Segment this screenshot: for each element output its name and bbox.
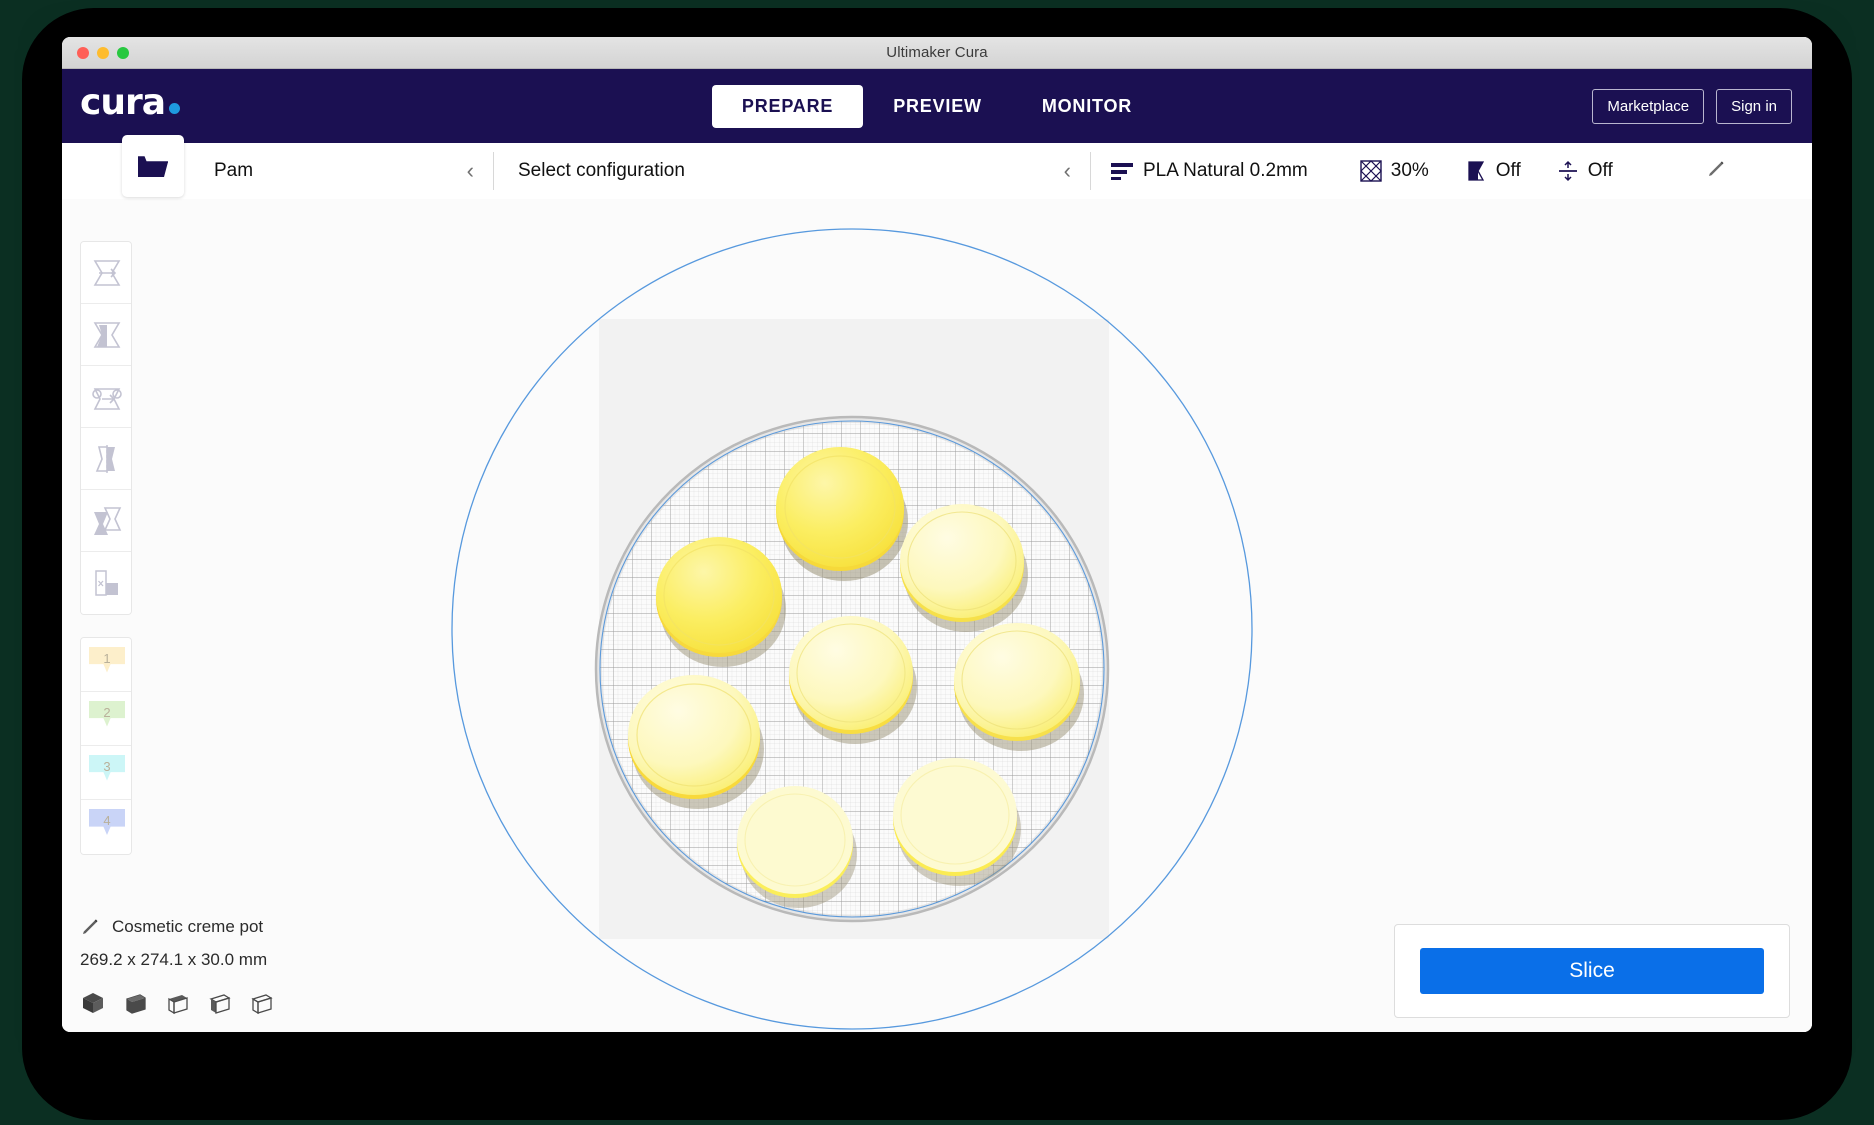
extruder-button-1[interactable]: 1 [81,638,131,692]
pencil-icon [1709,160,1724,176]
per-model-settings-icon [94,506,122,535]
extruder-number: 2 [103,704,111,720]
window-title: Ultimaker Cura [886,44,988,61]
extruder-number: 3 [103,758,111,774]
view-left-icon[interactable] [206,990,232,1016]
printer-selector[interactable]: Pam ‹ [194,143,494,199]
extruder-button-3[interactable]: 3 [81,746,131,800]
open-file-button[interactable] [122,135,184,197]
tab-preview[interactable]: PREVIEW [863,85,1012,128]
minimize-button[interactable] [97,47,109,59]
extruder-number: 1 [103,650,111,666]
sign-in-button[interactable]: Sign in [1716,88,1792,124]
adhesion-value: Off [1587,160,1613,181]
infill-icon [1359,160,1382,182]
app-window: Ultimaker Cura cura PREPARE PREVIEW MONI… [62,37,1812,1032]
support-value: Off [1495,160,1521,181]
open-folder-icon [138,156,168,177]
move-icon [93,259,121,286]
infill-setting[interactable]: 30% [1359,160,1429,182]
divider [1090,152,1091,190]
mirror-icon [95,444,115,473]
main-tabs: PREPARE PREVIEW MONITOR [62,84,1812,128]
rotate-icon [92,387,122,410]
object-dimensions: 269.2 x 274.1 x 30.0 mm [80,950,268,969]
adhesion-icon [1558,160,1577,182]
infill-value: 30% [1390,160,1429,181]
object-name: Cosmetic creme pot [112,917,264,936]
scale-icon [93,321,121,348]
material-stack-icon [1111,163,1133,180]
title-bar: Ultimaker Cura [62,37,1812,69]
mirror-tool[interactable] [81,428,131,490]
edit-print-settings-button[interactable] [1706,159,1726,184]
divider [493,152,494,190]
window-controls[interactable] [77,47,129,59]
move-tool[interactable] [81,242,131,304]
material-label: PLA Natural 0.2mm [1143,160,1308,181]
view-3d-icon[interactable] [80,990,106,1016]
adhesion-setting[interactable]: Off [1557,160,1613,182]
view-mode-buttons [80,990,274,1016]
tool-sidebar: 1 2 3 4 [80,241,132,855]
extruder-group: 1 2 3 4 [80,637,132,855]
view-top-icon[interactable] [164,990,190,1016]
marketplace-button[interactable]: Marketplace [1592,88,1705,124]
configuration-label: Select configuration [518,160,685,181]
extruder-number: 4 [103,813,111,828]
chevron-left-icon: ‹ [466,158,474,183]
extruder-button-2[interactable]: 2 [81,692,131,746]
object-info-panel: Cosmetic creme pot 269.2 x 274.1 x 30.0 … [80,917,274,1016]
close-button[interactable] [77,47,89,59]
support-icon [1468,161,1484,181]
build-plate-viewport[interactable]: 1 2 3 4 Cosmetic creme pot 269.2 x 274.1… [62,199,1812,1032]
print-settings-selector[interactable]: PLA Natural 0.2mm 30% Off Off [1093,143,1748,199]
view-right-icon[interactable] [248,990,274,1016]
support-blocker-icon [95,570,118,596]
per-model-settings-tool[interactable] [81,490,131,552]
view-front-icon[interactable] [122,990,148,1016]
chevron-left-icon: ‹ [1063,158,1071,183]
slice-button[interactable]: Slice [1420,948,1764,994]
object-name-row[interactable]: Cosmetic creme pot [80,917,274,937]
configuration-bar: Pam ‹ Select configuration ‹ PLA Natural… [62,135,1812,199]
tab-prepare[interactable]: PREPARE [711,84,864,128]
support-setting[interactable]: Off [1465,160,1521,182]
printer-name: Pam [214,160,254,181]
support-blocker-tool[interactable] [81,552,131,614]
zoom-button[interactable] [117,47,129,59]
scene-render [451,228,1253,1030]
extruder-button-4[interactable]: 4 [81,800,131,854]
top-nav-actions: Marketplace Sign in [1592,88,1792,124]
pencil-icon [83,919,98,934]
scale-tool[interactable] [81,304,131,366]
tab-monitor[interactable]: MONITOR [1012,85,1162,128]
rotate-tool[interactable] [81,366,131,428]
slice-panel: Slice [1394,924,1790,1018]
model-tools-group [80,241,132,615]
top-nav-bar: cura PREPARE PREVIEW MONITOR Marketplace… [62,69,1812,143]
configuration-selector[interactable]: Select configuration ‹ [496,143,1091,199]
